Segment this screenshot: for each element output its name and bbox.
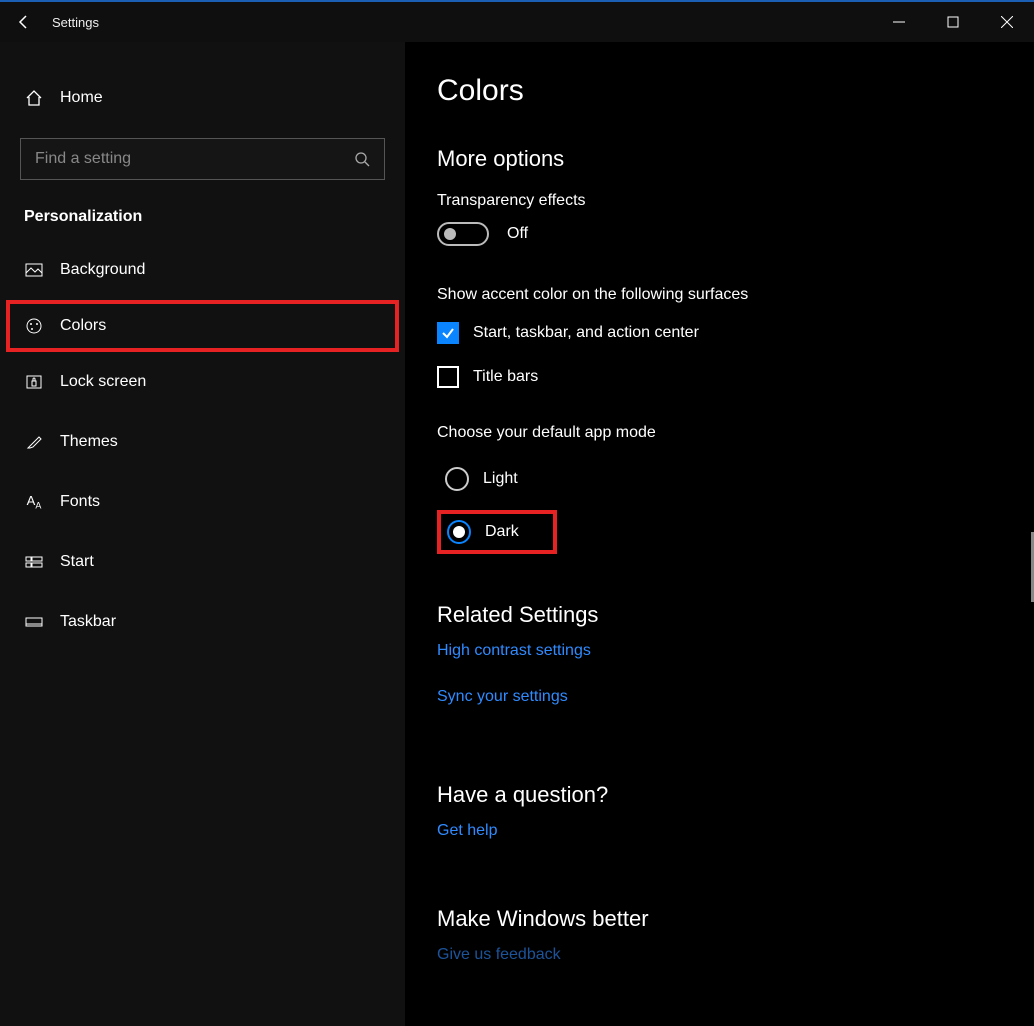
nav-label: Colors [60, 317, 106, 335]
radio-light[interactable]: Light [437, 460, 994, 498]
radio-icon [445, 467, 469, 491]
more-options-heading: More options [437, 146, 994, 172]
radio-dark[interactable]: Dark [447, 520, 519, 544]
taskbar-icon [24, 613, 44, 631]
palette-icon [24, 317, 44, 335]
checkbox-titlebars[interactable]: Title bars [437, 366, 994, 388]
nav-label: Background [60, 261, 145, 279]
sidebar-item-fonts[interactable]: AA Fonts [0, 472, 405, 532]
related-settings-heading: Related Settings [437, 602, 994, 628]
link-get-help[interactable]: Get help [437, 822, 497, 840]
question-heading: Have a question? [437, 782, 994, 808]
sidebar-item-themes[interactable]: Themes [0, 412, 405, 472]
app-mode-label: Choose your default app mode [437, 424, 994, 442]
search-input[interactable] [35, 150, 354, 168]
make-better-heading: Make Windows better [437, 906, 994, 932]
sidebar-home-label: Home [60, 89, 103, 107]
link-high-contrast[interactable]: High contrast settings [437, 642, 591, 660]
sidebar-item-start[interactable]: Start [0, 532, 405, 592]
search-input-container[interactable] [20, 138, 385, 180]
link-feedback[interactable]: Give us feedback [437, 946, 561, 964]
checkbox-label: Start, taskbar, and action center [473, 324, 699, 342]
sidebar-item-background[interactable]: Background [0, 240, 405, 300]
nav-label: Taskbar [60, 613, 116, 631]
sidebar-item-lockscreen[interactable]: Lock screen [0, 352, 405, 412]
content-area: Colors More options Transparency effects… [405, 42, 1034, 1026]
image-icon [24, 261, 44, 279]
close-icon [1001, 16, 1013, 28]
minimize-button[interactable] [872, 2, 926, 42]
start-icon [24, 553, 44, 571]
sidebar: Home Personalization Background Colors L… [0, 42, 405, 1026]
checkbox-icon [437, 366, 459, 388]
accent-surfaces-label: Show accent color on the following surfa… [437, 286, 994, 304]
brush-icon [24, 433, 44, 451]
radio-icon [447, 520, 471, 544]
nav-label: Fonts [60, 493, 100, 511]
nav-label: Start [60, 553, 94, 571]
radio-label: Dark [485, 523, 519, 541]
radio-label: Light [483, 470, 518, 488]
nav-label: Themes [60, 433, 118, 451]
font-icon: AA [24, 493, 44, 511]
back-arrow-icon [16, 14, 32, 30]
checkbox-start-taskbar[interactable]: Start, taskbar, and action center [437, 322, 994, 344]
page-title: Colors [437, 74, 994, 108]
sidebar-home[interactable]: Home [0, 70, 405, 126]
sidebar-category: Personalization [0, 200, 405, 240]
minimize-icon [893, 16, 905, 28]
link-sync-settings[interactable]: Sync your settings [437, 688, 568, 706]
close-button[interactable] [980, 2, 1034, 42]
transparency-toggle[interactable] [437, 222, 489, 246]
maximize-button[interactable] [926, 2, 980, 42]
window-title: Settings [52, 15, 99, 30]
sidebar-item-colors[interactable]: Colors [6, 300, 399, 352]
sidebar-item-taskbar[interactable]: Taskbar [0, 592, 405, 652]
lock-icon [24, 373, 44, 391]
search-icon [354, 151, 370, 167]
checkbox-icon [437, 322, 459, 344]
window-controls [872, 2, 1034, 42]
nav-label: Lock screen [60, 373, 146, 391]
titlebar: Settings [0, 2, 1034, 42]
transparency-state: Off [507, 225, 528, 243]
radio-dark-highlight: Dark [437, 510, 557, 554]
maximize-icon [947, 16, 959, 28]
home-icon [24, 89, 44, 107]
transparency-label: Transparency effects [437, 192, 994, 210]
back-button[interactable] [0, 2, 48, 42]
toggle-knob [444, 228, 456, 240]
checkbox-label: Title bars [473, 368, 538, 386]
